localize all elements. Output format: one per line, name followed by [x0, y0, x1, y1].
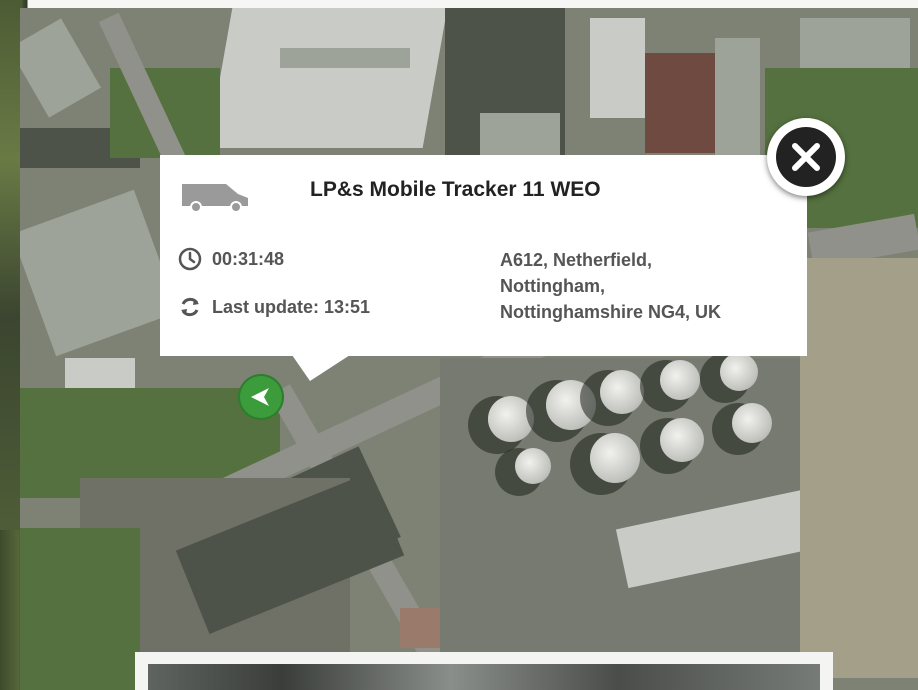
close-button[interactable]	[767, 118, 845, 196]
tracker-title: LP&s Mobile Tracker 11 WEO	[310, 178, 601, 201]
address-line: Nottingham,	[500, 276, 605, 296]
last-update-value: Last update: 13:51	[212, 296, 371, 317]
van-icon	[182, 184, 248, 212]
address-line: A612, Netherfield,	[500, 250, 653, 270]
last-update-row: Last update: 13:51	[178, 295, 370, 319]
bottom-photo	[148, 664, 820, 690]
direction-marker-icon[interactable]	[240, 376, 282, 418]
duration-row: 00:31:48	[178, 247, 284, 271]
clock-icon	[178, 247, 202, 271]
address-block: A612, Netherfield, Nottingham, Nottingha…	[500, 247, 721, 325]
refresh-icon	[181, 297, 199, 317]
duration-value: 00:31:48	[212, 248, 285, 269]
tracker-info-popup: LP&s Mobile Tracker 11 WEO 00:31:48 Last…	[160, 155, 807, 356]
blurred-left-strip	[0, 0, 22, 530]
popup-pointer	[292, 355, 350, 381]
address-line: Nottinghamshire NG4, UK	[500, 302, 722, 322]
close-icon	[776, 127, 836, 187]
